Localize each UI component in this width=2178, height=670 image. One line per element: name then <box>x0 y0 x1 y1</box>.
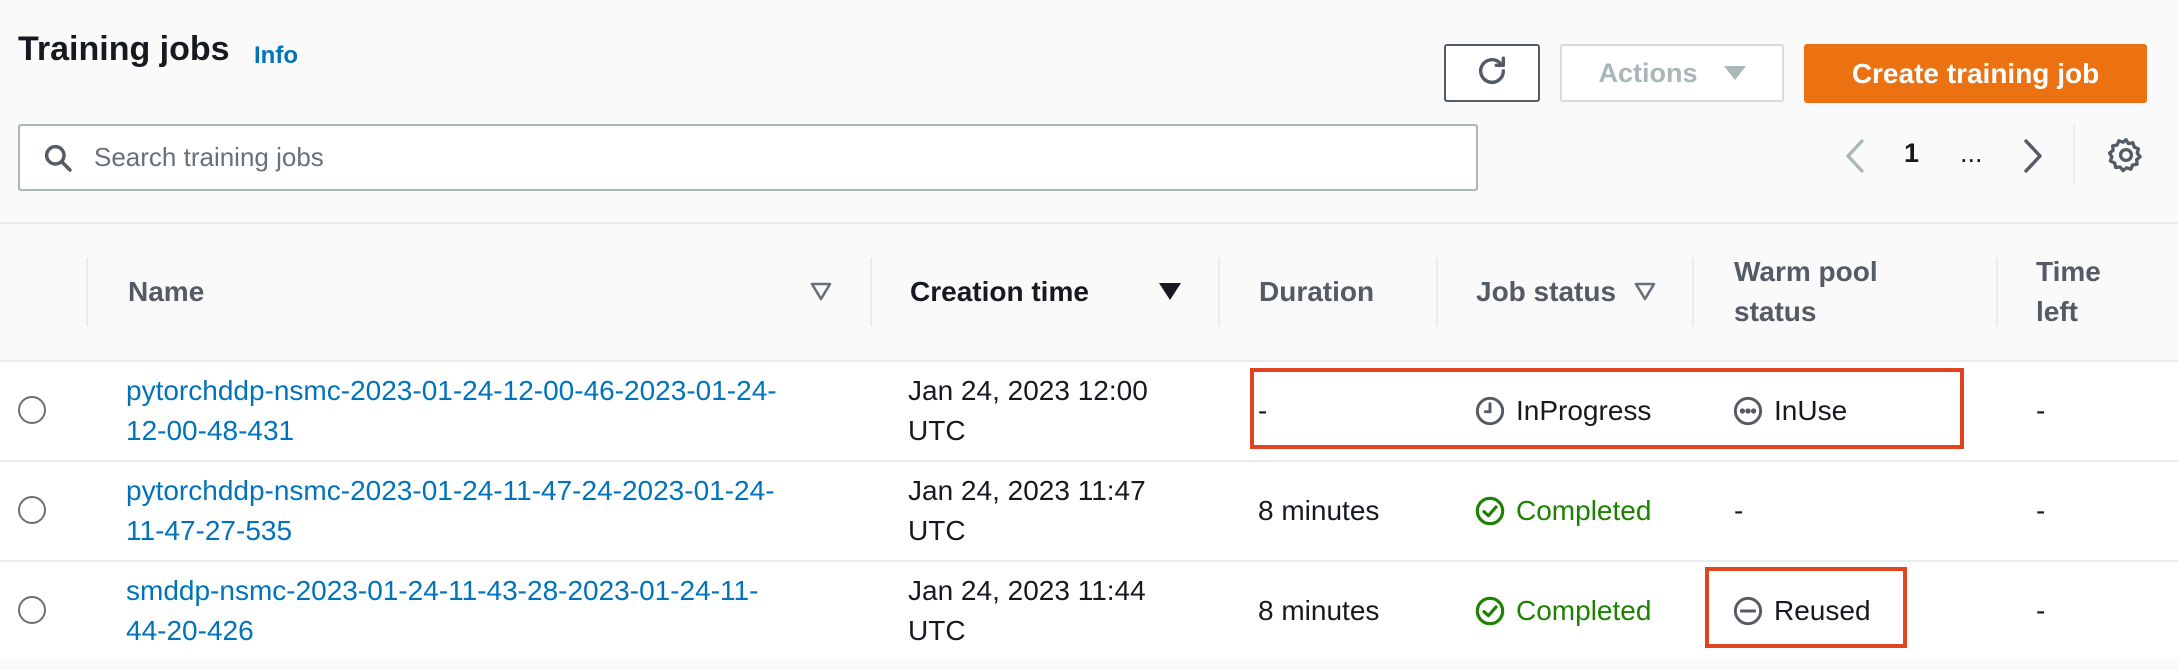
duration: 8 minutes <box>1258 495 1380 526</box>
warm-pool-header-line1: Warm pool <box>1734 256 1878 287</box>
column-separator <box>1692 258 1694 326</box>
time-left: - <box>2036 595 2046 626</box>
table-row[interactable]: pytorchddp-nsmc-2023-01-24-11-47-24-2023… <box>0 460 2178 560</box>
column-header-warm-pool[interactable]: Warm pool status <box>1734 252 1878 332</box>
column-header-name[interactable]: Name <box>128 272 204 312</box>
refresh-button[interactable] <box>1444 44 1540 102</box>
creation-time: Jan 24, 2023 11:44 UTC <box>908 575 1146 646</box>
creation-time: Jan 24, 2023 12:00 UTC <box>908 375 1148 446</box>
row-select-radio[interactable] <box>18 596 46 624</box>
next-page-button[interactable] <box>2018 136 2048 176</box>
highlight-box <box>1250 368 1964 449</box>
column-separator <box>1218 258 1220 326</box>
info-link[interactable]: Info <box>254 42 298 70</box>
previous-page-button[interactable] <box>1840 136 1870 176</box>
chevron-left-icon <box>1846 139 1864 173</box>
column-separator <box>870 258 872 326</box>
check-circle-icon <box>1475 496 1505 526</box>
column-header-job-status[interactable]: Job status <box>1476 272 1616 312</box>
warm-pool-header-line2: status <box>1734 296 1817 327</box>
row-select-radio[interactable] <box>18 396 46 424</box>
column-header-time-left[interactable]: Time left <box>2036 252 2101 332</box>
page-ellipsis: ... <box>1960 138 1983 168</box>
sort-filter-icon[interactable] <box>810 282 832 302</box>
sort-descending-icon[interactable] <box>1158 282 1182 302</box>
search-field[interactable] <box>18 124 1478 191</box>
caret-down-icon <box>1723 66 1746 80</box>
row-select-radio[interactable] <box>18 496 46 524</box>
job-status: Completed <box>1474 591 1651 631</box>
column-separator <box>1436 258 1438 326</box>
job-name-link[interactable]: pytorchddp-nsmc-2023-01-24-11-47-24-2023… <box>126 471 775 551</box>
job-name-link[interactable]: smddp-nsmc-2023-01-24-11-43-28-2023-01-2… <box>126 571 758 651</box>
column-header-creation-time[interactable]: Creation time <box>910 272 1089 312</box>
page-number-1[interactable]: 1 <box>1904 138 1919 169</box>
page-title: Training jobs <box>18 30 230 68</box>
time-left: - <box>2036 395 2046 426</box>
job-name-link[interactable]: pytorchddp-nsmc-2023-01-24-12-00-46-2023… <box>126 371 777 451</box>
time-left: - <box>2036 495 2046 526</box>
search-input[interactable] <box>94 142 1394 173</box>
duration: 8 minutes <box>1258 595 1380 626</box>
actions-dropdown[interactable]: Actions <box>1560 44 1784 102</box>
table-settings-button[interactable] <box>2107 136 2145 174</box>
column-header-duration[interactable]: Duration <box>1259 272 1374 312</box>
sort-filter-icon[interactable] <box>1634 282 1656 302</box>
create-training-job-button[interactable]: Create training job <box>1804 44 2147 103</box>
pager-divider <box>2073 124 2075 184</box>
time-left-header-line2: left <box>2036 296 2078 327</box>
warm-pool-status: - <box>1734 495 1744 526</box>
column-separator <box>86 258 88 326</box>
creation-time: Jan 24, 2023 11:47 UTC <box>908 475 1146 546</box>
chevron-right-icon <box>2024 139 2042 173</box>
search-icon <box>40 140 76 176</box>
job-status: Completed <box>1474 491 1651 531</box>
highlight-box <box>1705 567 1907 648</box>
gear-icon <box>2108 138 2142 173</box>
time-left-header-line1: Time <box>2036 256 2101 287</box>
column-separator <box>1996 258 1998 326</box>
actions-label: Actions <box>1598 57 1698 88</box>
check-circle-icon <box>1475 596 1505 626</box>
refresh-icon <box>1475 54 1509 93</box>
